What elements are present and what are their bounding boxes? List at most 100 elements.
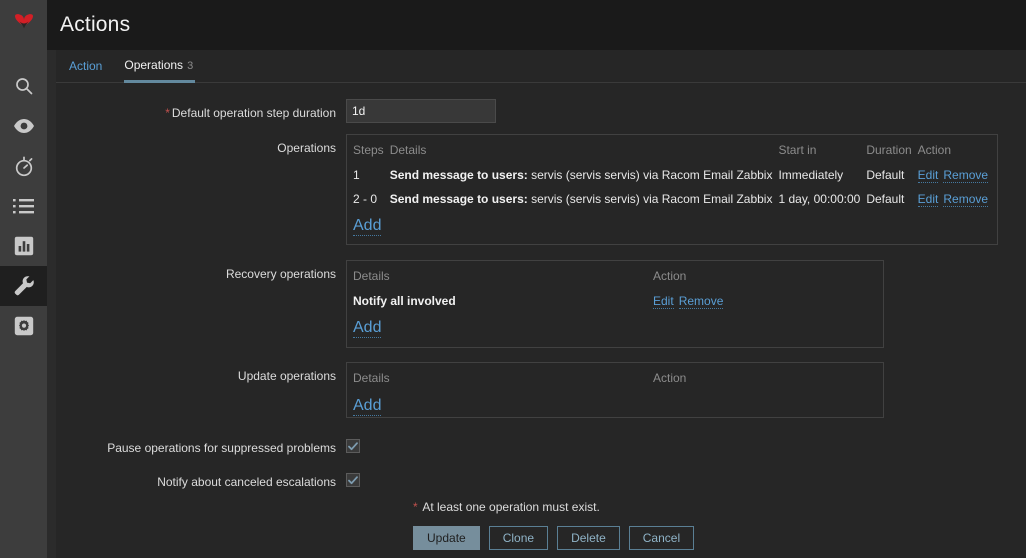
update-add-link[interactable]: Add: [353, 397, 382, 416]
label-pause-suppressed: Pause operations for suppressed problems: [107, 441, 336, 455]
cell-duration: Default: [866, 168, 905, 182]
step-duration-input[interactable]: [346, 99, 496, 123]
app-root: Actions Action Operations 3 * Default oper…: [0, 0, 1026, 558]
sidebar-item-reports[interactable]: [0, 226, 47, 266]
tab-operations[interactable]: Operations 3: [124, 58, 205, 83]
list-icon: [12, 198, 35, 214]
details-target: servis (servis servis) via Racom Email Z…: [527, 168, 773, 182]
edit-link[interactable]: Edit: [917, 168, 939, 183]
recovery-operations-table: Details Action Notify all involved Edit R…: [353, 267, 875, 313]
cell-action: Edit Remove: [653, 289, 875, 313]
remove-link[interactable]: Remove: [943, 168, 989, 183]
gear-box-icon: [14, 316, 34, 336]
label-notify-canceled: Notify about canceled escalations: [157, 475, 336, 489]
sidebar-item-administration[interactable]: [0, 306, 47, 346]
tab-operations-label: Operations: [124, 58, 184, 72]
details-action: Send message to users:: [389, 192, 528, 206]
table-row: 1 Send message to users: servis (servis …: [353, 163, 994, 187]
tab-action-label: Action: [69, 59, 103, 73]
operations-box: Steps Details Start in Duration Action 1: [346, 134, 998, 245]
sidebar-nav: [0, 66, 47, 346]
cell-details: Send message to users: servis (servis se…: [390, 163, 779, 187]
content-panel: Action Operations 3 * Default operation st…: [56, 50, 1026, 558]
cell-steps: 2 - 0: [353, 192, 378, 206]
sidebar-item-inventory[interactable]: [0, 186, 47, 226]
delete-button[interactable]: Delete: [557, 526, 620, 550]
required-marker: *: [165, 106, 170, 120]
cell-start-in: Immediately: [778, 168, 844, 182]
col-steps: Steps: [353, 143, 384, 157]
col-details: Details: [353, 269, 390, 283]
cell-duration: Default: [866, 192, 905, 206]
operations-add-link[interactable]: Add: [353, 217, 382, 236]
tab-bar: Action Operations 3: [56, 50, 1026, 83]
sidebar-item-services[interactable]: [0, 146, 47, 186]
row-notify-canceled: Notify about canceled escalations: [56, 468, 1026, 490]
sidebar: [0, 0, 47, 558]
update-operations-box: Details Action Add: [346, 362, 884, 418]
row-update-operations: Update operations Details Action Add: [56, 362, 1026, 418]
sidebar-item-monitoring[interactable]: [0, 106, 47, 146]
edit-link[interactable]: Edit: [917, 192, 939, 207]
cancel-button[interactable]: Cancel: [628, 526, 695, 550]
search-icon: [14, 76, 34, 96]
remove-link[interactable]: Remove: [678, 294, 724, 309]
pause-suppressed-checkbox[interactable]: [346, 439, 360, 453]
sidebar-item-search[interactable]: [0, 66, 47, 106]
cell-action: Edit Remove: [917, 187, 994, 211]
zabbix-logo[interactable]: [0, 0, 47, 48]
wrench-icon: [13, 275, 35, 297]
update-button[interactable]: Update: [413, 526, 480, 550]
col-details: Details: [353, 371, 390, 385]
recovery-add-link[interactable]: Add: [353, 319, 382, 338]
row-step-duration: * Default operation step duration: [56, 99, 1026, 123]
row-pause-suppressed: Pause operations for suppressed problems: [56, 434, 1026, 456]
check-icon: [348, 475, 358, 485]
cell-steps: 1: [353, 168, 360, 182]
note-marker: *: [413, 500, 418, 514]
bar-chart-icon: [14, 236, 34, 256]
details-target: servis (servis servis) via Racom Email Z…: [527, 192, 773, 206]
operations-header-row: Steps Details Start in Duration Action: [353, 141, 994, 163]
note-text: At least one operation must exist.: [422, 500, 600, 514]
row-operations: Operations Steps Details Start in Durati…: [56, 134, 1026, 245]
logo-mark: [14, 14, 33, 29]
page-title: Actions: [60, 13, 131, 36]
button-row: Update Clone Delete Cancel: [413, 526, 1026, 550]
row-recovery-operations: Recovery operations Details Action Notif…: [56, 260, 1026, 348]
cell-action: Edit Remove: [917, 163, 994, 187]
clone-button[interactable]: Clone: [488, 526, 549, 550]
label-step-duration: * Default operation step duration: [165, 106, 336, 120]
recovery-details: Notify all involved: [353, 294, 456, 308]
tab-action[interactable]: Action: [69, 59, 114, 82]
page-header: Actions: [47, 0, 1026, 50]
validation-note: * At least one operation must exist.: [413, 500, 1026, 514]
col-start-in: Start in: [778, 143, 817, 157]
operations-table: Steps Details Start in Duration Action 1: [353, 141, 994, 211]
notify-canceled-checkbox[interactable]: [346, 473, 360, 487]
stopwatch-icon: [14, 155, 34, 177]
recovery-header-row: Details Action: [353, 267, 875, 289]
tab-operations-count: 3: [187, 60, 194, 72]
label-update-operations: Update operations: [237, 369, 336, 383]
cell-details: Notify all involved: [353, 289, 653, 313]
col-details: Details: [389, 143, 427, 157]
label-operations: Operations: [277, 141, 336, 155]
update-operations-table: Details Action: [353, 369, 875, 391]
cell-details: Send message to users: servis (servis se…: [390, 187, 779, 211]
eye-icon: [13, 118, 35, 134]
remove-link[interactable]: Remove: [943, 192, 989, 207]
col-action: Action: [653, 269, 687, 283]
details-action: Send message to users:: [389, 168, 528, 182]
check-icon: [348, 441, 358, 451]
col-duration: Duration: [866, 143, 912, 157]
form-footer: * At least one operation must exist. Upd…: [56, 500, 1026, 550]
action-form: *Default operation step duration Operati…: [56, 83, 1026, 550]
col-action: Action: [653, 371, 687, 385]
sidebar-item-configuration[interactable]: [0, 266, 47, 306]
recovery-operations-box: Details Action Notify all involved Edit R…: [346, 260, 884, 348]
label-recovery-operations: Recovery operations: [225, 267, 336, 281]
table-row: 2 - 0 Send message to users: servis (ser…: [353, 187, 994, 211]
update-header-row: Details Action: [353, 369, 875, 391]
edit-link[interactable]: Edit: [653, 294, 674, 309]
